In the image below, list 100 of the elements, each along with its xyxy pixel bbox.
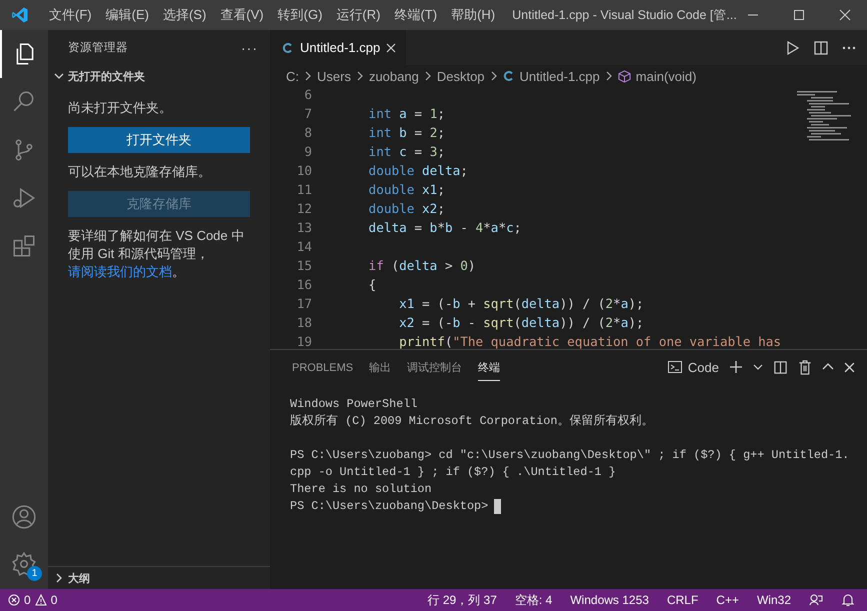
sidebar-title: 资源管理器 — [68, 40, 128, 55]
breadcrumb-item[interactable]: main(void) — [636, 68, 696, 84]
code-line: double delta; — [368, 163, 468, 178]
code-line: int b = 2; — [368, 125, 445, 140]
maximize-icon[interactable] — [793, 9, 805, 21]
close-icon[interactable] — [839, 9, 851, 21]
split-terminal-icon[interactable] — [773, 360, 788, 374]
window-title: Untitled-1.cpp - Visual Studio Code [管... — [512, 6, 737, 24]
code-line: double x2; — [368, 201, 445, 216]
terminal-icon — [666, 359, 683, 375]
more-actions[interactable]: ··· — [241, 40, 258, 56]
line-number: 6 — [303, 87, 313, 102]
bell-icon[interactable] — [841, 593, 855, 607]
info-text: 可以在本地克隆存储库。 — [68, 163, 212, 181]
line-number: 16 — [296, 277, 313, 292]
menu-item[interactable]: 文件(F) — [42, 6, 99, 24]
status-item[interactable]: CRLF — [666, 593, 698, 607]
info-paragraph: 要详细了解如何在 VS Code 中使用 Git 和源代码管理， 请阅读我们的文档。 — [68, 227, 246, 281]
vscode-logo-icon — [11, 6, 29, 24]
status-item[interactable]: 行 29，列 37 — [428, 592, 497, 608]
menu-item[interactable]: 编辑(E) — [98, 6, 156, 24]
menu-item[interactable]: 运行(R) — [329, 6, 388, 24]
line-number: 10 — [296, 163, 313, 178]
warning-icon[interactable] — [34, 594, 47, 606]
plus-icon[interactable] — [729, 360, 743, 374]
warning-count[interactable]: 0 — [50, 593, 58, 607]
panel-tab[interactable]: 终端 — [478, 353, 500, 381]
run-icon[interactable] — [785, 40, 801, 56]
panel-tab[interactable]: PROBLEMS — [292, 354, 354, 380]
chevron-right-icon — [424, 71, 432, 81]
status-item[interactable]: 空格: 4 — [514, 592, 552, 608]
menu-item[interactable]: 选择(S) — [156, 6, 214, 24]
chevron-down-icon[interactable] — [753, 362, 763, 372]
panel-tab[interactable]: 输出 — [369, 353, 392, 381]
trash-icon[interactable] — [798, 360, 812, 374]
info-text: 尚未打开文件夹。 — [68, 99, 173, 117]
docs-link[interactable]: 请阅读我们的文档 — [68, 264, 172, 279]
close-icon[interactable] — [386, 42, 396, 52]
code-line: int c = 3; — [368, 144, 445, 159]
breadcrumb-item[interactable]: Users — [317, 68, 351, 84]
line-number: 9 — [303, 144, 313, 159]
code-line: x1 = (-b + sqrt(delta)) / (2*a); — [398, 296, 644, 311]
line-number: 18 — [296, 315, 313, 330]
section-header[interactable]: 无打开的文件夹 — [48, 65, 270, 87]
section-title: 无打开的文件夹 — [68, 70, 145, 84]
line-number: 17 — [296, 296, 313, 311]
status-item[interactable]: C++ — [716, 593, 739, 607]
line-number: 14 — [296, 239, 313, 254]
line-number: 12 — [296, 201, 313, 216]
notification-badge: 1 — [27, 566, 42, 581]
breadcrumb-item[interactable]: Untitled-1.cpp — [520, 68, 600, 84]
menu-item[interactable]: 转到(G) — [270, 6, 330, 24]
section-title: 大纲 — [68, 572, 90, 586]
chevron-right-icon — [356, 71, 364, 81]
breadcrumb-item[interactable]: C: — [286, 68, 299, 84]
settings-icon[interactable] — [11, 551, 37, 577]
code-line: { — [368, 277, 376, 292]
terminal-line: PS C:\Users\zuobang> cd "c:\Users\zuobang\Desktop\" ; if ($?) { g++ Untitled-1. — [290, 447, 850, 464]
menu-item[interactable]: 查看(V) — [213, 6, 271, 24]
line-number: 7 — [303, 106, 313, 121]
code-line: double x1; — [368, 182, 445, 197]
breadcrumb-item[interactable]: zuobang — [368, 68, 419, 84]
chevron-right-icon — [490, 71, 498, 81]
code-line: int a = 1; — [368, 106, 445, 121]
chevron-right-icon — [54, 573, 64, 583]
open-folder-button[interactable]: 打开文件夹 — [68, 127, 250, 153]
breadcrumb-item[interactable]: Desktop — [436, 68, 485, 84]
code-line: printf("The quadratic equation of one variable has — [398, 334, 782, 349]
status-item[interactable]: Windows 1253 — [570, 593, 649, 607]
close-icon[interactable] — [844, 362, 855, 372]
split-editor-icon[interactable] — [813, 40, 829, 56]
chevron-right-icon — [304, 71, 312, 81]
code-line: if (delta > 0) — [368, 258, 476, 273]
c-file-icon — [502, 70, 515, 82]
terminal-line: 版权所有 (C) 2009 Microsoft Corporation。保留所有权利。 — [290, 413, 654, 430]
c-file-icon — [282, 42, 294, 54]
line-number: 19 — [296, 334, 313, 349]
terminal-prompt: PS C:\Users\zuobang\Desktop> — [290, 498, 488, 515]
status-item[interactable]: Win32 — [756, 593, 791, 607]
feedback-icon[interactable] — [809, 593, 823, 607]
error-count[interactable]: 0 — [24, 593, 31, 607]
terminal-line: There is no solution — [290, 481, 433, 498]
account-icon[interactable] — [11, 504, 37, 530]
chevron-right-icon — [604, 71, 613, 81]
editor-tab[interactable]: Untitled-1.cpp — [270, 30, 406, 65]
line-number: 11 — [296, 182, 313, 197]
line-number: 13 — [296, 220, 313, 235]
terminal-line: cpp -o Untitled-1 } ; if ($?) { .\Untitled-1 } — [290, 464, 617, 481]
menu-item[interactable]: 终端(T) — [387, 6, 444, 24]
text-cursor — [494, 499, 502, 514]
menu-item[interactable]: 帮助(H) — [444, 6, 502, 24]
terminal-line: Windows PowerShell — [290, 396, 418, 413]
chevron-down-icon — [54, 71, 64, 81]
line-number: 8 — [303, 125, 313, 140]
panel-tab[interactable]: 调试控制台 — [407, 353, 462, 381]
code-line: x2 = (-b - sqrt(delta)) / (2*a); — [398, 315, 644, 330]
code-line: delta = b*b - 4*a*c; — [368, 220, 522, 235]
cube-icon — [618, 70, 631, 82]
error-icon[interactable] — [8, 594, 20, 606]
terminal-name[interactable]: Code — [688, 360, 719, 374]
